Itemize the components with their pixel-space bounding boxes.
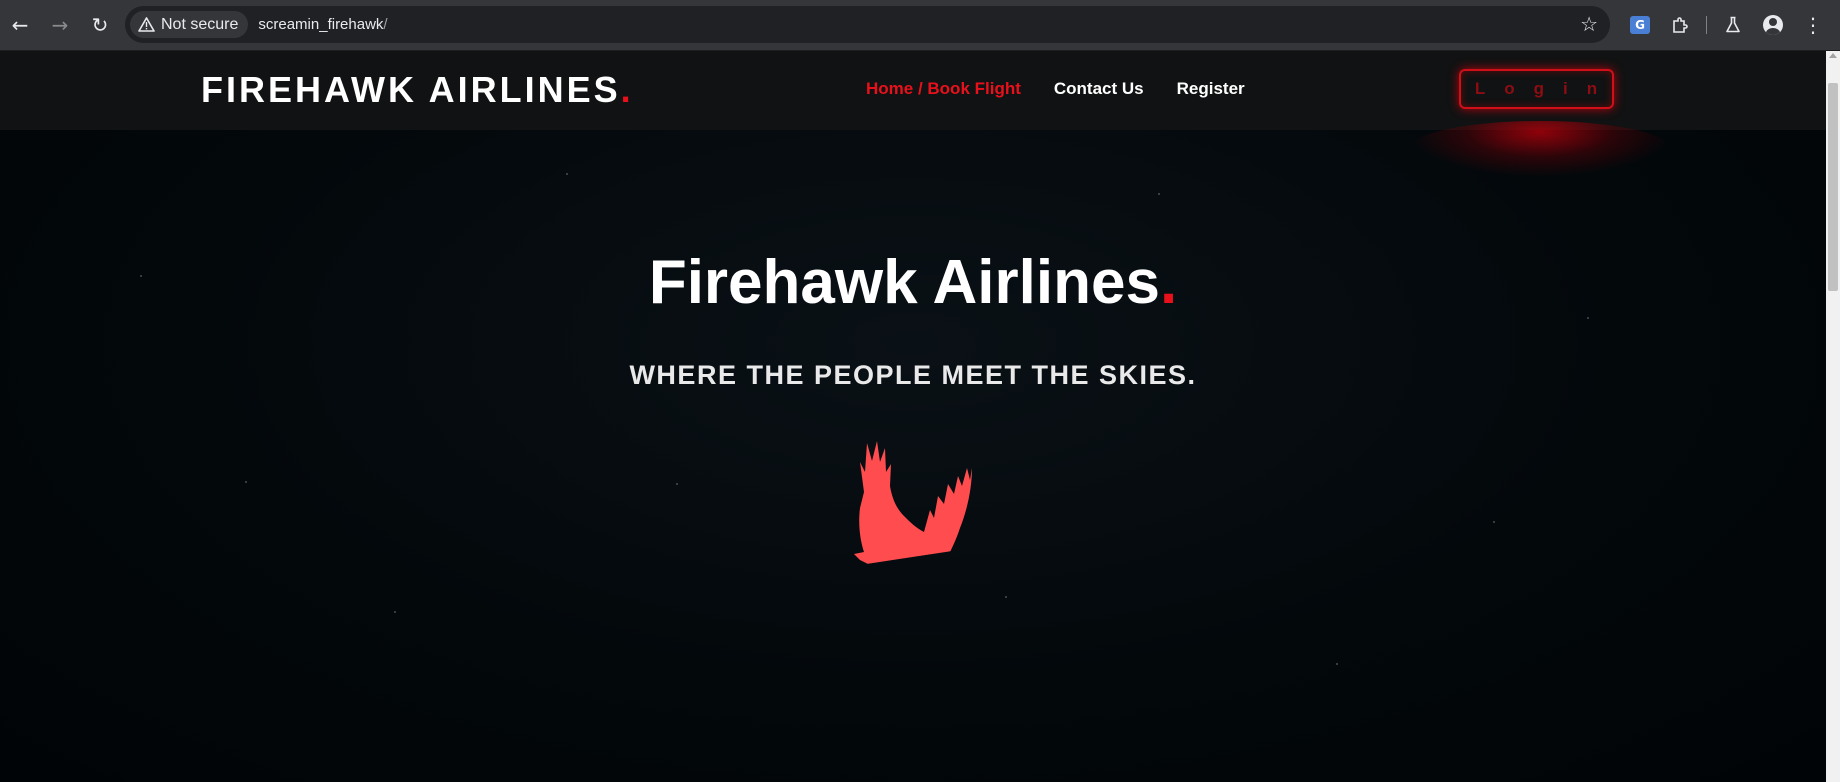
- eagle-icon: [854, 441, 992, 641]
- menu-dots-icon[interactable]: ⋮: [1793, 5, 1833, 45]
- background-star: [566, 173, 568, 175]
- warning-icon: [138, 17, 155, 32]
- puzzle-extensions-icon[interactable]: [1660, 5, 1700, 45]
- toolbar-separator: [1706, 16, 1707, 34]
- address-bar[interactable]: Not secure screamin_firehawk/ ☆: [125, 6, 1610, 43]
- brand-dot: .: [620, 69, 634, 110]
- background-star: [1493, 521, 1495, 523]
- nav-contact-us[interactable]: Contact Us: [1054, 79, 1144, 99]
- login-glow: [1410, 121, 1670, 176]
- extensions-area: G ⋮: [1620, 0, 1833, 50]
- background-star: [245, 481, 247, 483]
- hero-title-dot: .: [1159, 248, 1178, 317]
- forward-icon[interactable]: →: [40, 5, 80, 45]
- scroll-up-icon[interactable]: [1829, 53, 1837, 58]
- browser-toolbar: ← → ↻ Not secure screamin_firehawk/ ☆ G: [0, 0, 1840, 51]
- background-star: [1158, 193, 1160, 195]
- url-host: screamin_firehawk: [258, 16, 384, 33]
- scroll-thumb[interactable]: [1828, 83, 1838, 291]
- background-star: [1005, 596, 1007, 598]
- bookmark-star-icon[interactable]: ☆: [1580, 12, 1598, 36]
- site-brand[interactable]: FIREHAWK AIRLINES.: [201, 69, 634, 111]
- page-viewport: FIREHAWK AIRLINES. Home / Book Flight Co…: [0, 51, 1826, 782]
- main-menu: Home / Book Flight Contact Us Register: [866, 79, 1245, 99]
- page-scrollbar[interactable]: [1826, 51, 1840, 782]
- back-icon[interactable]: ←: [0, 5, 40, 45]
- url-text[interactable]: screamin_firehawk/: [258, 16, 387, 33]
- security-chip[interactable]: Not secure: [130, 11, 249, 38]
- translate-extension-icon[interactable]: G: [1620, 5, 1660, 45]
- site-navbar: FIREHAWK AIRLINES. Home / Book Flight Co…: [0, 51, 1826, 130]
- labs-flask-icon[interactable]: [1713, 5, 1753, 45]
- hero-title-text: Firehawk Airlines: [648, 248, 1160, 317]
- hero-title: Firehawk Airlines.: [0, 247, 1826, 318]
- security-label: Not secure: [161, 15, 239, 33]
- background-star: [394, 611, 396, 613]
- login-button[interactable]: Login: [1459, 69, 1614, 109]
- profile-avatar-icon[interactable]: [1753, 5, 1793, 45]
- url-path: /: [383, 16, 388, 33]
- reload-icon[interactable]: ↻: [80, 5, 120, 45]
- nav-home-book-flight[interactable]: Home / Book Flight: [866, 79, 1021, 99]
- hero-subtitle: WHERE THE PEOPLE MEET THE SKIES.: [629, 360, 1197, 390]
- background-star: [676, 483, 678, 485]
- brand-text: FIREHAWK AIRLINES: [201, 69, 621, 110]
- background-star: [1336, 663, 1338, 665]
- nav-register[interactable]: Register: [1177, 79, 1245, 99]
